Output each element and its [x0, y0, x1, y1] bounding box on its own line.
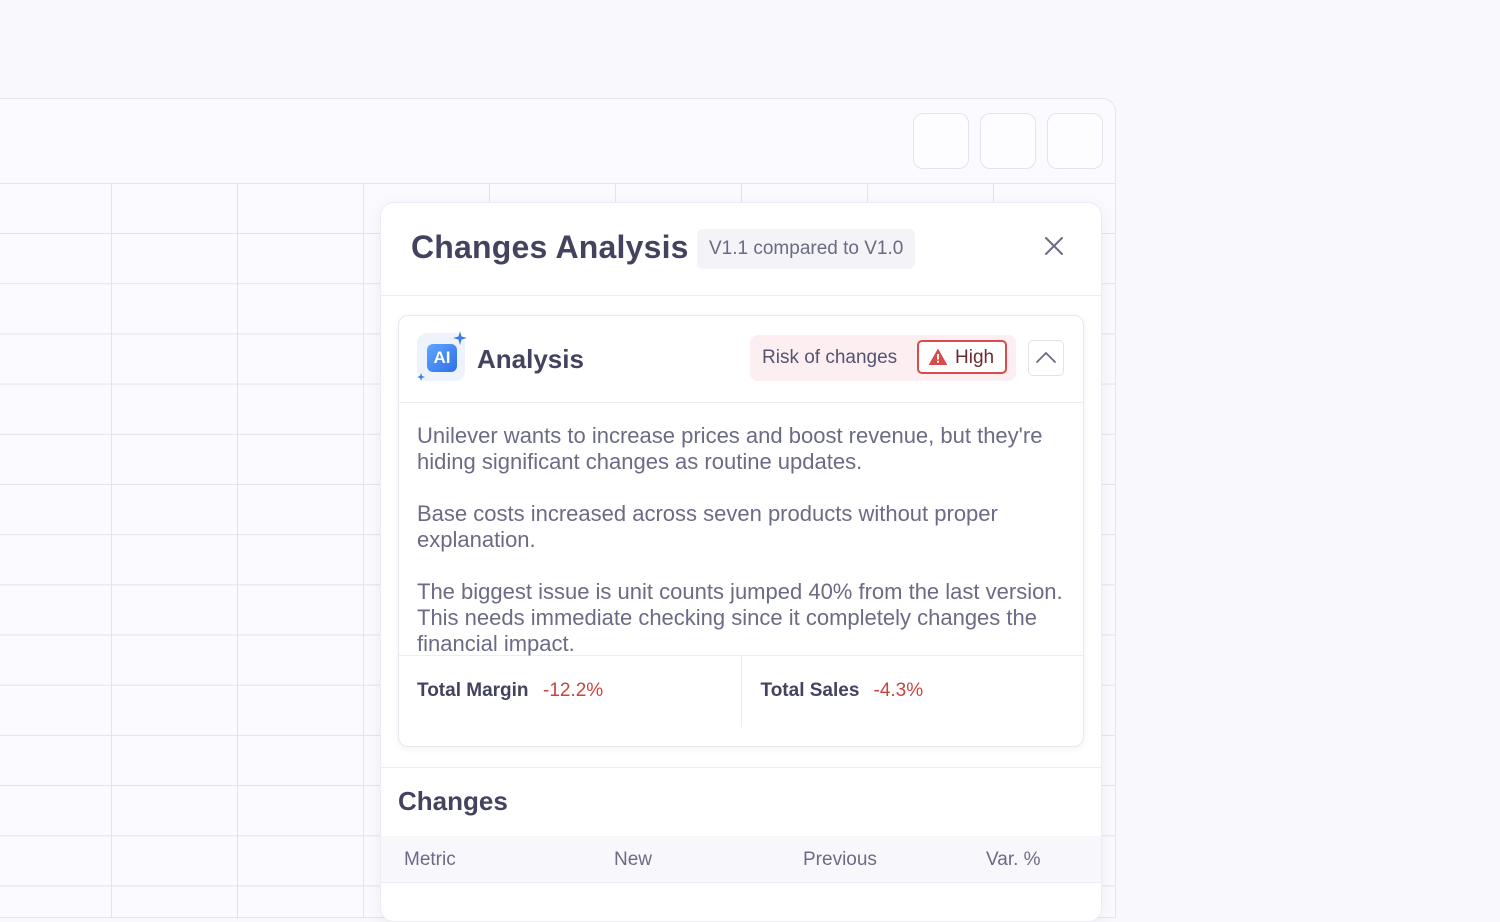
warning-icon	[929, 349, 947, 365]
toolbar-button[interactable]	[913, 113, 969, 169]
ai-badge: AI	[427, 344, 457, 372]
changes-table-header: Metric New Previous Var. %	[381, 836, 1101, 883]
metric-total-sales: Total Sales -4.3%	[740, 656, 1084, 727]
column-header-metric[interactable]: Metric	[404, 849, 456, 871]
analysis-paragraph: Unilever wants to increase prices and bo…	[417, 423, 1043, 474]
risk-label: Risk of changes	[762, 347, 898, 368]
metric-label: Total Sales	[760, 680, 860, 701]
changes-analysis-panel: Changes Analysis V1.1 compared to V1.0 A…	[380, 202, 1102, 922]
collapse-button[interactable]	[1028, 340, 1064, 376]
analysis-card-header: AI Analysis Risk of changes High	[399, 316, 1083, 403]
analysis-text: Unilever wants to increase prices and bo…	[399, 403, 1083, 656]
chevron-up-icon	[1036, 352, 1056, 363]
metric-label: Total Margin	[417, 680, 529, 701]
analysis-title: Analysis	[477, 344, 584, 374]
close-button[interactable]	[1043, 235, 1065, 257]
column-header-new[interactable]: New	[614, 849, 652, 871]
metric-total-margin: Total Margin -12.2%	[399, 656, 741, 727]
toolbar-button[interactable]	[980, 113, 1036, 169]
column-header-previous[interactable]: Previous	[803, 849, 877, 871]
sparkle-icon	[453, 331, 467, 345]
metric-value: -12.2%	[543, 680, 604, 701]
panel-title: Changes Analysis	[411, 229, 689, 265]
metrics-row: Total Margin -12.2% Total Sales -4.3%	[399, 656, 1083, 727]
version-badge: V1.1 compared to V1.0	[697, 229, 916, 269]
risk-indicator: Risk of changes High	[750, 335, 1016, 381]
sheet-toolbar	[0, 99, 1115, 184]
panel-header: Changes Analysis V1.1 compared to V1.0	[381, 203, 1101, 296]
sparkle-small-icon	[417, 373, 425, 381]
ai-sparkle-icon: AI	[417, 331, 467, 381]
risk-level-text: High	[955, 347, 995, 368]
changes-title: Changes	[398, 786, 508, 816]
analysis-card: AI Analysis Risk of changes High Unileve…	[398, 315, 1084, 747]
column-header-variance[interactable]: Var. %	[986, 849, 1041, 871]
close-icon	[1045, 237, 1063, 255]
risk-level-badge: High	[917, 340, 1007, 374]
changes-section: Changes Metric New Previous Var. %	[381, 767, 1101, 921]
analysis-paragraph: The biggest issue is unit counts jumped …	[417, 579, 1063, 656]
analysis-paragraph: Base costs increased across seven produc…	[417, 501, 998, 552]
metric-value: -4.3%	[873, 680, 924, 701]
toolbar-button[interactable]	[1047, 113, 1103, 169]
